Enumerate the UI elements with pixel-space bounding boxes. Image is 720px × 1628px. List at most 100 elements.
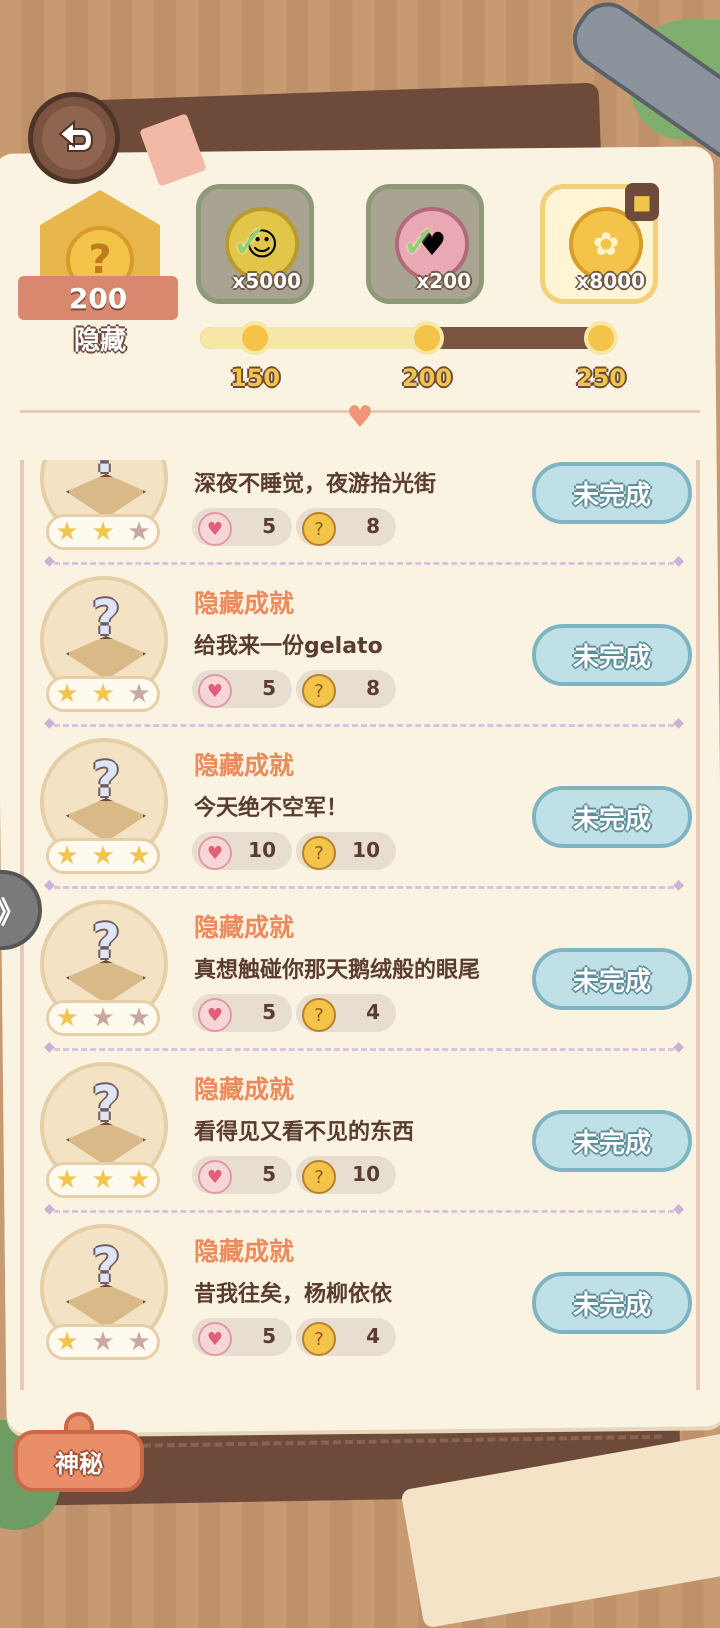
coin-reward-pill: ? 10 xyxy=(296,1156,396,1194)
star-empty-icon: ★ xyxy=(127,1327,151,1357)
back-arrow-icon xyxy=(42,106,106,170)
coin-reward-pill: ? 4 xyxy=(296,994,396,1032)
reward-card-3[interactable]: ✿ x8000 ■ xyxy=(540,183,659,304)
heart-reward-pill: ♥ 5 xyxy=(192,994,292,1032)
coin-icon: ? xyxy=(302,1322,336,1356)
heart-icon: ♥ xyxy=(198,1160,232,1194)
achievement-row: ? ★ ★ ★ 深夜不睡觉，夜游拾光街 ♥ 5 ? 8 未完成 xyxy=(24,460,696,566)
progress-node-150 xyxy=(238,321,272,355)
heart-reward-pill: ♥ 10 xyxy=(192,832,292,870)
star-filled-icon: ★ xyxy=(55,1327,79,1357)
tick-label-150: 150 xyxy=(229,364,281,392)
achievement-tag: 隐藏成就 xyxy=(194,913,295,942)
box-icon xyxy=(66,798,146,842)
box-icon xyxy=(66,960,146,1004)
achievement-list[interactable]: ? ★ ★ ★ 深夜不睡觉，夜游拾光街 ♥ 5 ? 8 未完成 ? ★ ★ ★ 隐藏成就… xyxy=(20,460,700,1390)
progress-fill xyxy=(200,327,428,349)
coin-reward-count: 4 xyxy=(366,1324,380,1348)
star-empty-icon: ★ xyxy=(91,1327,115,1357)
box-icon xyxy=(66,474,146,518)
heart-reward-pill: ♥ 5 xyxy=(192,1318,292,1356)
heart-reward-count: 5 xyxy=(262,676,276,700)
tick-label-200: 200 xyxy=(401,364,453,392)
coin-icon: ? xyxy=(302,674,336,708)
achievement-title: 深夜不睡觉，夜游拾光街 xyxy=(194,472,437,497)
heart-reward-pill: ♥ 5 xyxy=(192,1156,292,1194)
star-rating: ★ ★ ★ xyxy=(46,1000,160,1036)
badge-label: 隐藏 xyxy=(73,326,126,356)
reward-amount: x8000 xyxy=(576,269,645,293)
mystery-box-emblem: ? ★★★ xyxy=(40,1062,168,1198)
back-button[interactable] xyxy=(28,92,120,184)
achievement-row: ? ★ ★ ★ 隐藏成就 给我来一份gelato ♥ 5 ? 8 未完成 xyxy=(24,562,696,728)
achievement-tag: 隐藏成就 xyxy=(194,1237,295,1266)
achievement-title: 昔我往矣，杨柳依依 xyxy=(194,1282,393,1307)
star-filled-icon: ★ xyxy=(55,517,79,547)
box-icon xyxy=(66,636,146,680)
coin-reward-count: 4 xyxy=(366,1000,380,1024)
mystery-box-emblem: ? ★★★ xyxy=(40,900,168,1036)
tab-mystery[interactable]: 神秘 xyxy=(14,1430,144,1492)
star-empty-icon: ★ xyxy=(127,679,151,709)
star-filled-icon: ★ xyxy=(91,1165,115,1195)
heart-icon: ♥ xyxy=(198,1322,232,1356)
heart-reward-pill: ♥ 5 xyxy=(192,670,292,708)
star-empty-icon: ★ xyxy=(91,1003,115,1033)
heart-reward-count: 5 xyxy=(262,1162,276,1186)
star-empty-icon: ★ xyxy=(127,1003,151,1033)
coin-icon: ? xyxy=(302,1160,336,1194)
coin-icon: ? xyxy=(302,836,336,870)
heart-reward-count: 5 xyxy=(262,514,276,538)
star-rating: ★ ★ ★ xyxy=(46,1324,160,1360)
status-button[interactable]: 未完成 xyxy=(532,786,692,848)
status-button[interactable]: 未完成 xyxy=(532,462,692,524)
status-button[interactable]: 未完成 xyxy=(532,948,692,1010)
achievement-row: ? ★ ★ ★ 隐藏成就 昔我往矣，杨柳依依 ♥ 5 ? 4 未完成 xyxy=(24,1210,696,1376)
badge-points: 200 xyxy=(18,276,178,320)
chevron-right-icon: 》 xyxy=(0,888,26,932)
check-icon: ✓ xyxy=(401,217,438,268)
status-button[interactable]: 未完成 xyxy=(532,1272,692,1334)
lock-icon: ■ xyxy=(625,183,659,221)
star-filled-icon: ★ xyxy=(91,841,115,871)
reward-amount: x5000 xyxy=(232,269,301,293)
status-button[interactable]: 未完成 xyxy=(532,1110,692,1172)
mystery-box-emblem: ? ★★★ xyxy=(40,576,168,712)
achievement-tag: 隐藏成就 xyxy=(194,1075,295,1104)
star-filled-icon: ★ xyxy=(55,841,79,871)
coin-reward-pill: ? 4 xyxy=(296,1318,396,1356)
star-filled-icon: ★ xyxy=(91,679,115,709)
star-rating: ★ ★ ★ xyxy=(46,838,160,874)
status-button[interactable]: 未完成 xyxy=(532,624,692,686)
progress-node-200 xyxy=(410,321,444,355)
achievement-title: 看得见又看不见的东西 xyxy=(194,1120,415,1145)
star-filled-icon: ★ xyxy=(91,517,115,547)
heart-decor-icon: ♥ xyxy=(346,400,374,435)
star-filled-icon: ★ xyxy=(127,1165,151,1195)
coin-reward-count: 8 xyxy=(366,514,380,538)
coin-reward-count: 10 xyxy=(352,838,380,862)
achievement-title: 真想触碰你那天鹅绒般的眼尾 xyxy=(194,958,481,983)
heart-reward-pill: ♥ 5 xyxy=(192,508,292,546)
coin-reward-pill: ? 8 xyxy=(296,670,396,708)
reward-card-1[interactable]: ☺ ✓ x5000 xyxy=(196,184,314,304)
achievement-title: 今天绝不空军！ xyxy=(194,796,349,821)
check-icon: ✓ xyxy=(231,217,268,268)
progress-node-250 xyxy=(584,321,618,355)
coin-icon: ? xyxy=(302,998,336,1032)
star-rating: ★ ★ ★ xyxy=(46,514,160,550)
reward-card-2[interactable]: ♥ ✓ x200 xyxy=(366,184,484,304)
star-rating: ★ ★ ★ xyxy=(46,1162,160,1198)
box-icon xyxy=(66,1284,146,1328)
achievement-tag: 隐藏成就 xyxy=(194,589,295,618)
star-filled-icon: ★ xyxy=(127,841,151,871)
tick-label-250: 250 xyxy=(575,364,627,392)
star-filled-icon: ★ xyxy=(55,1003,79,1033)
coin-reward-pill: ? 8 xyxy=(296,508,396,546)
achievement-row: ? ★ ★ ★ 隐藏成就 真想触碰你那天鹅绒般的眼尾 ♥ 5 ? 4 未完成 xyxy=(24,886,696,1052)
star-empty-icon: ★ xyxy=(127,517,151,547)
star-filled-icon: ★ xyxy=(55,679,79,709)
heart-icon: ♥ xyxy=(198,998,232,1032)
heart-reward-count: 5 xyxy=(262,1324,276,1348)
coin-reward-count: 10 xyxy=(352,1162,380,1186)
